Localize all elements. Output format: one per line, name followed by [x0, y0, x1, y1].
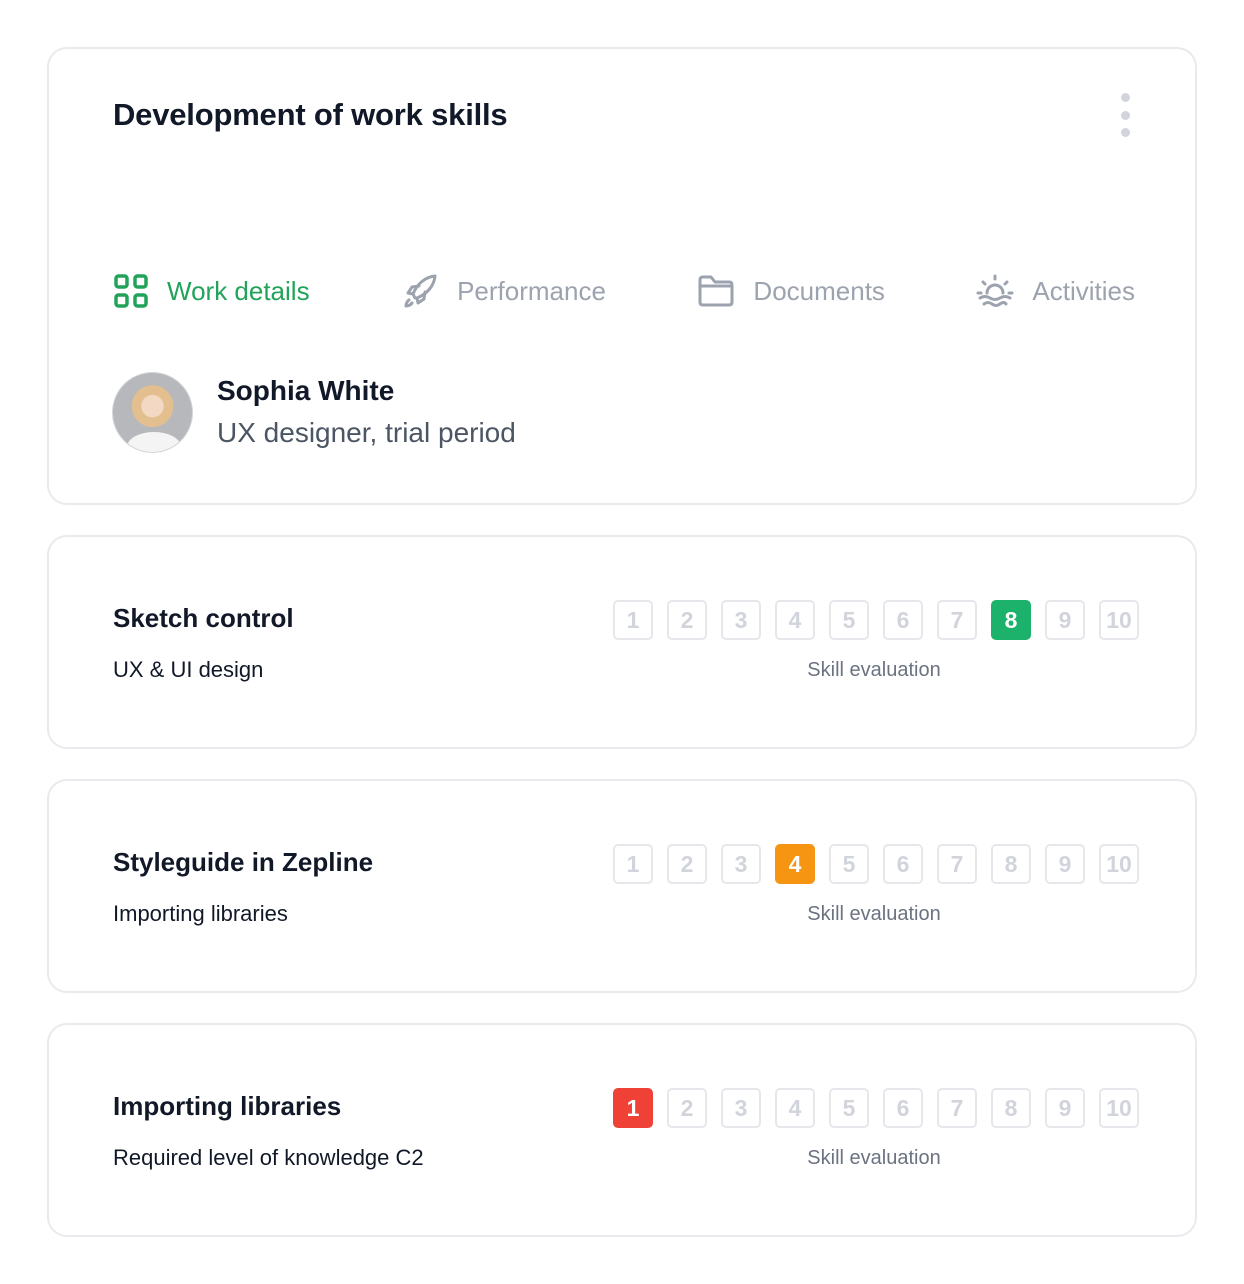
- skill-title: Sketch control: [113, 603, 294, 633]
- header-card: Development of work skills Work details …: [47, 47, 1197, 505]
- grid-icon: [114, 274, 148, 308]
- tab-bar: Work details Performance Documents Activ…: [113, 271, 1135, 311]
- rating-option-8[interactable]: 8: [991, 600, 1031, 640]
- tab-performance[interactable]: Performance: [401, 272, 606, 310]
- page-title: Development of work skills: [113, 97, 508, 132]
- rating-option-3[interactable]: 3: [721, 844, 761, 884]
- skill-subtitle: UX & UI design: [113, 657, 264, 682]
- rating-option-6[interactable]: 6: [883, 844, 923, 884]
- rating-option-10[interactable]: 10: [1099, 1088, 1139, 1128]
- rating-option-2[interactable]: 2: [667, 844, 707, 884]
- vertical-dots-icon: [1120, 93, 1130, 102]
- profile-role: UX designer, trial period: [217, 416, 516, 448]
- rating-option-3[interactable]: 3: [721, 1088, 761, 1128]
- skill-title: Styleguide in Zepline: [113, 847, 374, 877]
- more-options-button[interactable]: [1117, 93, 1133, 137]
- skill-evaluation-label: Skill evaluation: [807, 659, 941, 681]
- folder-icon: [698, 275, 734, 307]
- tab-label: Activities: [1032, 275, 1135, 306]
- skill-title: Importing libraries: [113, 1091, 342, 1121]
- dot: [1120, 128, 1130, 137]
- profile: Sophia White UX designer, trial period: [112, 372, 516, 453]
- tab-label: Performance: [457, 275, 606, 306]
- rating-option-9[interactable]: 9: [1045, 600, 1085, 640]
- skill-evaluation-label: Skill evaluation: [807, 903, 941, 925]
- tab-work-details[interactable]: Work details: [113, 273, 310, 309]
- dot: [1120, 110, 1130, 120]
- skill-subtitle: Importing libraries: [113, 901, 288, 926]
- rocket-icon: [404, 274, 437, 308]
- skill-rating-scale: 1 2 3 4 5 6 7 8 9 10: [613, 844, 1139, 884]
- tab-label: Work details: [167, 275, 310, 306]
- rating-option-2[interactable]: 2: [667, 600, 707, 640]
- rating-option-4[interactable]: 4: [775, 600, 815, 640]
- skill-card: Styleguide in Zepline Importing librarie…: [47, 779, 1197, 993]
- rating-option-9[interactable]: 9: [1045, 1088, 1085, 1128]
- rating-option-5[interactable]: 5: [829, 600, 869, 640]
- rating-option-6[interactable]: 6: [883, 600, 923, 640]
- rating-option-5[interactable]: 5: [829, 1088, 869, 1128]
- rating-option-8[interactable]: 8: [991, 844, 1031, 884]
- skill-rating-scale: 1 2 3 4 5 6 7 8 9 10: [613, 600, 1139, 640]
- tab-label: Documents: [753, 275, 885, 306]
- rating-option-1[interactable]: 1: [613, 844, 653, 884]
- rating-option-2[interactable]: 2: [667, 1088, 707, 1128]
- rating-option-9[interactable]: 9: [1045, 844, 1085, 884]
- rating-option-7[interactable]: 7: [937, 844, 977, 884]
- rating-option-5[interactable]: 5: [829, 844, 869, 884]
- tab-documents[interactable]: Documents: [697, 273, 885, 309]
- skill-card: Sketch control UX & UI design 1234567891…: [47, 535, 1197, 749]
- rating-option-4[interactable]: 4: [775, 1088, 815, 1128]
- rating-option-8[interactable]: 8: [991, 1088, 1031, 1128]
- rating-option-10[interactable]: 10: [1099, 600, 1139, 640]
- rating-option-4[interactable]: 4: [775, 844, 815, 884]
- rating-option-3[interactable]: 3: [721, 600, 761, 640]
- rating-option-1[interactable]: 1: [613, 600, 653, 640]
- skill-rating-scale: 1 2 3 4 5 6 7 8 9 10: [613, 1088, 1139, 1128]
- skill-card: Importing libraries Required level of kn…: [47, 1023, 1197, 1237]
- rating-option-7[interactable]: 7: [937, 1088, 977, 1128]
- skill-subtitle: Required level of knowledge C2: [113, 1145, 424, 1170]
- skill-evaluation-label: Skill evaluation: [807, 1147, 941, 1169]
- rating-option-1[interactable]: 1: [613, 1088, 653, 1128]
- rating-option-6[interactable]: 6: [883, 1088, 923, 1128]
- avatar: [112, 372, 193, 453]
- rating-option-7[interactable]: 7: [937, 600, 977, 640]
- sunrise-icon: [976, 274, 1014, 307]
- profile-name: Sophia White: [217, 374, 395, 406]
- tab-activities[interactable]: Activities: [976, 273, 1135, 309]
- rating-option-10[interactable]: 10: [1099, 844, 1139, 884]
